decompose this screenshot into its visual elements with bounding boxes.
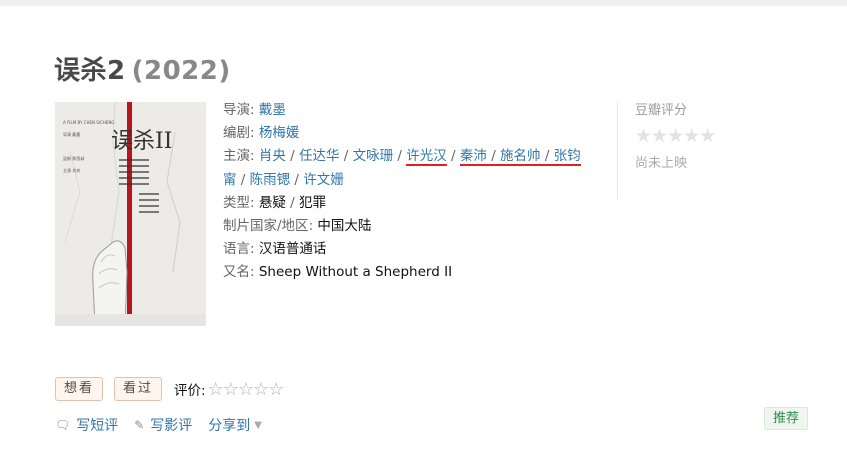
separator: / xyxy=(486,148,501,165)
watched-button[interactable]: 看过 xyxy=(114,377,163,401)
movie-info: 导演: 戴墨 编剧: 杨梅媛 主演: 肖央 / 任达华 / 文咏珊 / 许光汉 … xyxy=(223,99,613,285)
aka-row: 又名: Sheep Without a Shepherd II xyxy=(223,261,613,284)
divider xyxy=(617,102,618,199)
separator: / xyxy=(446,148,460,165)
genre-label: 类型 xyxy=(223,194,250,211)
language-row: 语言: 汉语普通话 xyxy=(223,238,613,261)
chevron-down-icon: ▼ xyxy=(254,419,262,431)
share-link[interactable]: 分享到 ▼ xyxy=(208,415,262,435)
poster-credit-1: A FILM BY CHEN SICHENG xyxy=(63,120,114,125)
rate-label: 评价: xyxy=(174,383,206,399)
movie-year: (2022) xyxy=(131,56,231,86)
top-bar xyxy=(0,0,847,6)
director-label: 导演 xyxy=(223,102,250,118)
separator: / xyxy=(393,148,407,165)
recommend-button[interactable]: 推荐 xyxy=(764,407,809,430)
genre-row: 类型: 悬疑 / 犯罪 xyxy=(223,192,613,215)
cast-highlight-group: 秦沛 / 施名帅 / 张钧 xyxy=(459,148,581,167)
cast-label: 主演 xyxy=(223,148,250,165)
review-label: 写影评 xyxy=(150,418,193,434)
separator: / xyxy=(285,148,299,165)
short-review-label: 写短评 xyxy=(76,418,119,434)
cast-link[interactable]: 许光汉 xyxy=(406,148,447,167)
pencil-icon: ✎ xyxy=(134,418,145,432)
colon: : xyxy=(250,148,259,165)
region-row: 制片国家/地区: 中国大陆 xyxy=(223,215,613,238)
cast-link[interactable]: 肖央 xyxy=(259,148,286,164)
rating-status: 尚未上映 xyxy=(635,156,688,171)
genre-value: 悬疑 xyxy=(258,194,286,211)
cast-link[interactable]: 许文姗 xyxy=(303,172,344,188)
poster-credit-3: 监制 陈思诚 xyxy=(63,155,84,161)
director-row: 导演: 戴墨 xyxy=(223,99,613,122)
writer-link[interactable]: 杨梅媛 xyxy=(259,125,300,141)
separator: / xyxy=(540,148,554,165)
action-bar: 想看 看过 评价: ☆☆☆☆☆ xyxy=(55,377,285,401)
language-value: 汉语普通话 xyxy=(258,241,327,258)
colon: : xyxy=(250,241,259,258)
director-link[interactable]: 戴墨 xyxy=(259,102,286,118)
cast-link[interactable]: 文咏珊 xyxy=(353,148,394,164)
colon: : xyxy=(250,264,259,281)
region-label: 制片国家/地区 xyxy=(223,218,309,235)
genre-value: 犯罪 xyxy=(298,194,326,211)
rating-label: 豆瓣评分 xyxy=(635,103,688,118)
page-title: 误杀2 (2022) xyxy=(54,50,231,87)
movie-poster[interactable]: 误杀II A FILM BY CHEN SICHENG 导演 戴墨 监制 陈思诚… xyxy=(55,102,206,326)
writer-row: 编剧: 杨梅媛 xyxy=(223,122,613,145)
cast-row-continued: 甯 / 陈雨锶 / 许文姗 xyxy=(223,169,613,192)
colon: : xyxy=(250,102,259,118)
write-review-link[interactable]: ✎ 写影评 xyxy=(134,415,192,435)
rating-stars-icon: ★★★★★ xyxy=(635,125,716,147)
separator: / xyxy=(285,194,299,211)
writer-label: 编剧 xyxy=(223,125,250,142)
cast-link[interactable]: 陈雨锶 xyxy=(250,172,291,188)
cast-link[interactable]: 施名帅 xyxy=(500,148,541,164)
cast-link[interactable]: 任达华 xyxy=(299,148,340,164)
poster-credit-4: 主演 肖央 xyxy=(63,167,80,173)
poster-image: 误杀II A FILM BY CHEN SICHENG 导演 戴墨 监制 陈思诚… xyxy=(55,102,206,326)
aka-label: 又名 xyxy=(223,264,250,281)
cast-link[interactable]: 秦沛 xyxy=(460,148,487,164)
cast-link-partial[interactable]: 张钧 xyxy=(554,148,581,164)
cast-row: 主演: 肖央 / 任达华 / 文咏珊 / 许光汉 / 秦沛 / 施名帅 / 张钧 xyxy=(223,145,613,168)
comment-icon: 🗨︎ xyxy=(55,418,71,432)
want-to-watch-button[interactable]: 想看 xyxy=(55,377,104,401)
poster-credit-2: 导演 戴墨 xyxy=(63,131,80,137)
movie-name: 误杀2 xyxy=(54,56,126,86)
cast-link-partial[interactable]: 甯 xyxy=(223,172,237,188)
rating-panel: 豆瓣评分 ★★★★★ 尚未上映 xyxy=(635,99,716,171)
colon: : xyxy=(250,125,259,142)
write-short-review-link[interactable]: 🗨︎ 写短评 xyxy=(55,415,118,435)
separator: / xyxy=(339,148,353,165)
separator: / xyxy=(236,171,250,188)
language-label: 语言 xyxy=(223,241,250,258)
colon: : xyxy=(250,194,259,211)
poster-title-text: 误杀II xyxy=(111,129,172,154)
separator: / xyxy=(290,171,304,188)
rate-stars-icon[interactable]: ☆☆☆☆☆ xyxy=(208,379,285,400)
aka-value: Sheep Without a Shepherd II xyxy=(258,264,453,281)
action-links: 🗨︎ 写短评 ✎ 写影评 分享到 ▼ xyxy=(55,415,278,435)
share-label: 分享到 xyxy=(208,418,251,434)
region-value: 中国大陆 xyxy=(317,218,372,235)
